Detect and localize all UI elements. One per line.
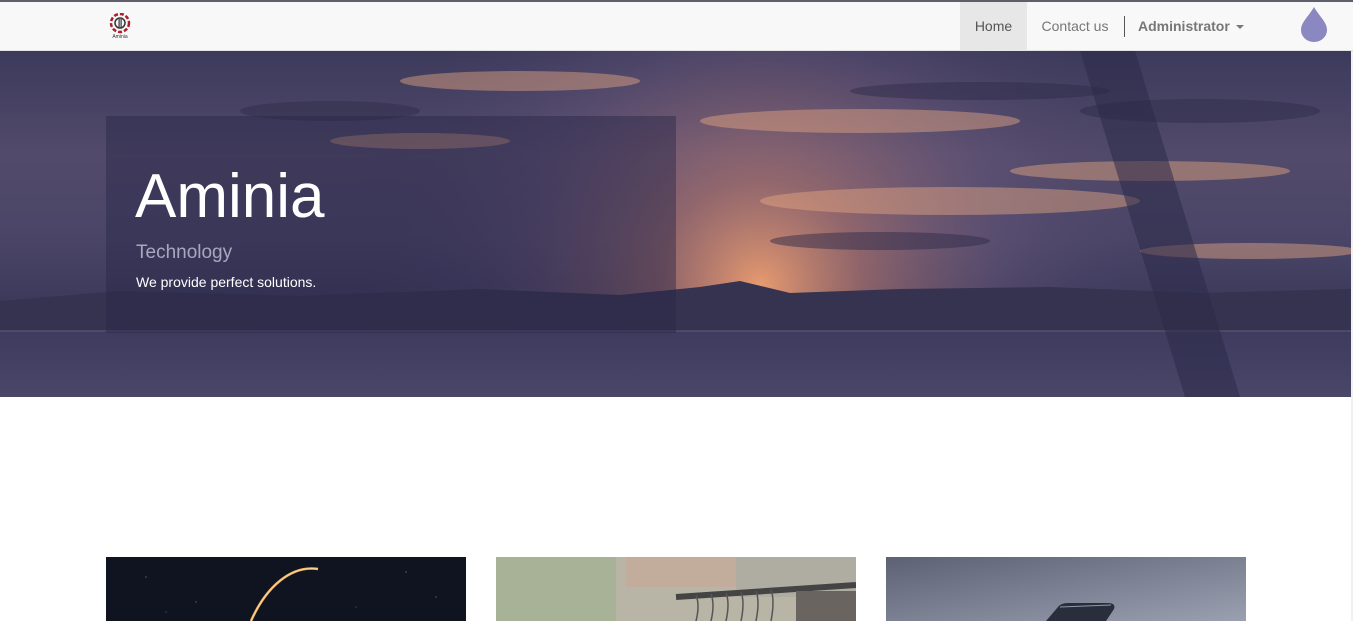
aminia-logo[interactable]: Aminia bbox=[108, 13, 132, 43]
hero-tagline: We provide perfect solutions. bbox=[136, 274, 317, 290]
card-clothes-image[interactable] bbox=[496, 557, 856, 621]
clothes-rack-image bbox=[496, 557, 856, 621]
administrator-label: Administrator bbox=[1138, 18, 1230, 34]
space-orbit-image bbox=[106, 557, 466, 621]
card-space-image[interactable] bbox=[106, 557, 466, 621]
nav-contact-link[interactable]: Contact us bbox=[1027, 2, 1123, 51]
drop-icon[interactable] bbox=[1299, 6, 1329, 42]
logo-text: Aminia bbox=[112, 34, 128, 40]
hero-subtitle: Technology bbox=[136, 242, 233, 263]
card-phone-image[interactable] bbox=[886, 557, 1246, 621]
hero-title: Aminia bbox=[135, 162, 325, 231]
hero-banner: Aminia Technology We provide perfect sol… bbox=[0, 51, 1351, 397]
nav-divider bbox=[1124, 16, 1125, 37]
smartphone-image bbox=[886, 557, 1246, 621]
logo-icon bbox=[109, 13, 131, 34]
caret-down-icon bbox=[1235, 25, 1244, 30]
hero-caption-box: Aminia Technology We provide perfect sol… bbox=[106, 116, 676, 333]
administrator-dropdown[interactable]: Administrator bbox=[1138, 2, 1244, 51]
top-navbar: Aminia Home Contact us Administrator bbox=[0, 0, 1353, 51]
nav-home-link[interactable]: Home bbox=[960, 2, 1027, 51]
